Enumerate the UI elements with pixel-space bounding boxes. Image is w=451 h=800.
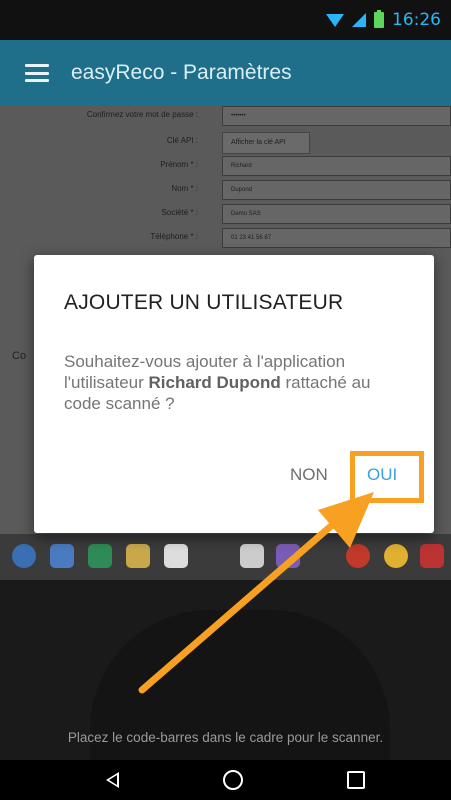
app-bar: easyReco - Paramètres [0,40,451,106]
form-row-last-name: Nom * : Dupond [0,180,451,202]
back-button[interactable] [82,760,142,800]
form-side-label: Co [12,350,27,362]
app-icon [50,544,74,568]
status-time: 16:26 [392,10,441,30]
hamburger-menu-icon[interactable] [25,64,49,82]
form-row-company: Société * : Demo SAS [0,204,451,226]
recent-apps-icon [347,771,365,789]
app-icon [88,544,112,568]
home-icon [223,770,243,790]
form-row-password-confirm: Confirmez votre mot de passe : ••••••• [0,106,451,128]
calendar-icon [164,544,188,568]
dialog-message: Souhaitez-vous ajouter à l'application l… [64,351,404,414]
home-button[interactable] [203,760,263,800]
app-title: easyReco - Paramètres [71,61,292,84]
dialog-title: AJOUTER UN UTILISATEUR [64,291,344,314]
form-label: Société * : [161,208,198,217]
scanner-hint: Placez le code-barres dans le cadre pour… [67,730,384,745]
form-label: Clé API : [166,136,198,145]
dialog-user-name: Richard Dupond [148,373,281,392]
cancel-button[interactable]: NON [290,465,328,485]
music-icon [276,544,300,568]
chrome-icon [384,544,408,568]
battery-charging-icon [374,10,384,28]
form-row-first-name: Prénom * : Richard [0,156,451,178]
safari-icon [12,544,36,568]
form-row-api-key: Clé API : Afficher la clé API [0,132,451,154]
app-icon [420,544,444,568]
navigation-bar [0,760,451,800]
form-value: 01 23 41 56 87 [222,228,451,248]
app-icon [346,544,370,568]
form-value: Richard [222,156,451,176]
wifi-icon [326,13,344,27]
form-label: Nom * : [171,184,198,193]
form-row-phone: Téléphone * : 01 23 41 56 87 [0,228,451,250]
signal-icon [352,13,366,27]
confirm-button[interactable]: OUI [367,465,397,485]
form-value: Dupond [222,180,451,200]
desktop-dock [0,534,451,580]
status-bar: 16:26 [0,0,451,40]
recent-apps-button[interactable] [326,760,386,800]
confirm-highlight-box[interactable]: OUI [350,451,424,503]
add-user-dialog: AJOUTER UN UTILISATEUR Souhaitez-vous aj… [34,255,434,533]
form-value: ••••••• [222,106,451,126]
show-api-key-button: Afficher la clé API [222,132,310,154]
form-label: Téléphone * : [150,232,198,241]
form-value: Demo SAS [222,204,451,224]
app-icon [240,544,264,568]
form-label: Confirmez votre mot de passe : [86,110,198,119]
form-label: Prénom * : [160,160,198,169]
app-icon [126,544,150,568]
back-icon [105,772,119,788]
